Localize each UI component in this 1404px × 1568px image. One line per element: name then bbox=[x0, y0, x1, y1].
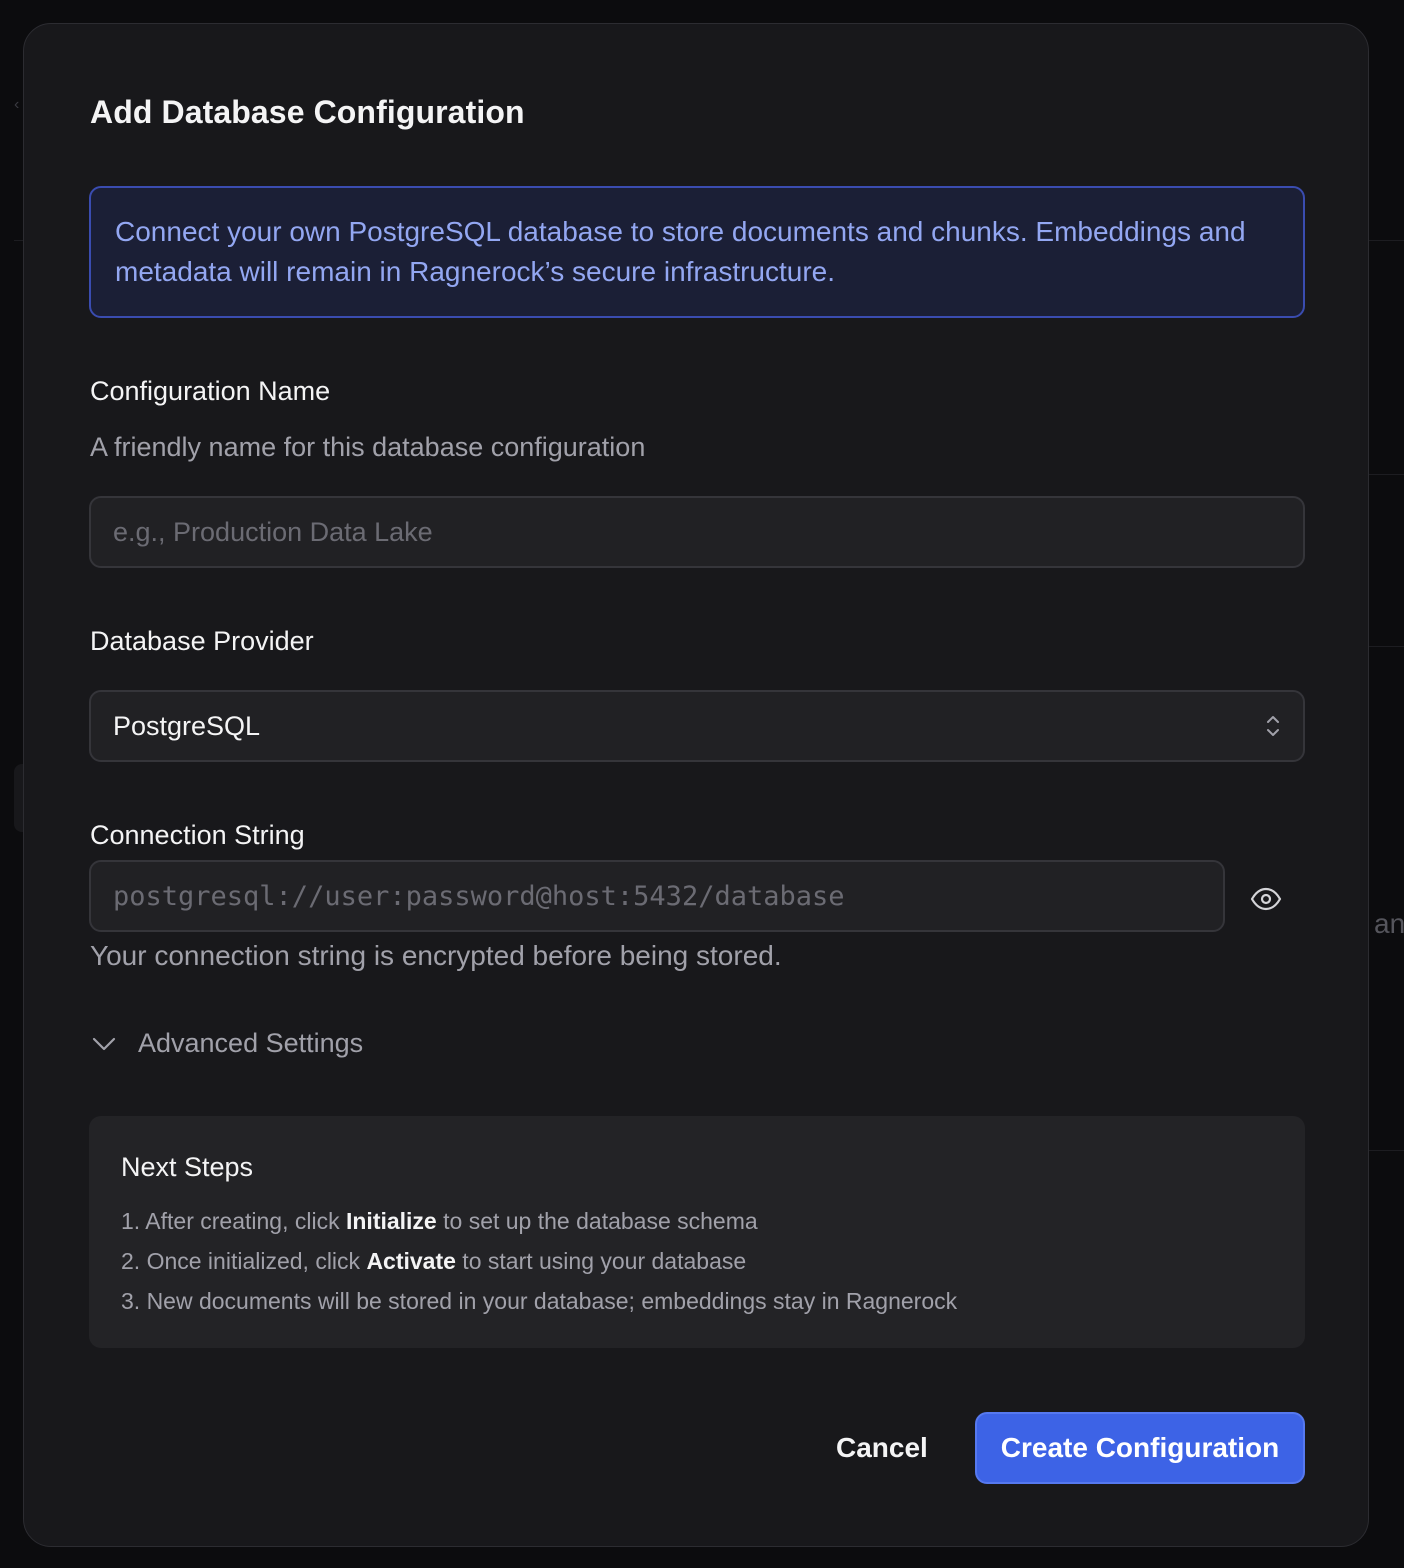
background-divider bbox=[1368, 646, 1404, 647]
connection-string-label: Connection String bbox=[90, 820, 305, 850]
step-text: to start using your database bbox=[455, 1248, 747, 1274]
background-divider bbox=[1368, 474, 1404, 475]
add-database-dialog: Add Database Configuration Connect your … bbox=[23, 23, 1369, 1547]
next-steps-list: 1. After creating, click Initialize to s… bbox=[121, 1201, 1273, 1321]
advanced-settings-toggle[interactable]: Advanced Settings bbox=[90, 1028, 363, 1059]
step-text: 3. New documents will be stored in your … bbox=[121, 1288, 958, 1314]
background-divider bbox=[1368, 1150, 1404, 1151]
step-text: 2. Once initialized, click bbox=[121, 1248, 367, 1274]
dialog-title: Add Database Configuration bbox=[90, 94, 525, 130]
step-text: to set up the database schema bbox=[436, 1208, 758, 1234]
provider-selected-value: PostgreSQL bbox=[113, 710, 261, 741]
next-steps-title: Next Steps bbox=[121, 1152, 254, 1182]
config-name-helper: A friendly name for this database config… bbox=[90, 432, 646, 462]
next-steps-panel: Next Steps 1. After creating, click Init… bbox=[89, 1116, 1305, 1348]
next-step-item: 2. Once initialized, click Activate to s… bbox=[121, 1241, 1273, 1281]
chevron-down-icon bbox=[90, 1035, 118, 1053]
step-keyword: Initialize bbox=[345, 1208, 437, 1234]
connection-string-helper: Your connection string is encrypted befo… bbox=[90, 940, 782, 971]
next-step-item: 1. After creating, click Initialize to s… bbox=[121, 1201, 1273, 1241]
eye-icon bbox=[1250, 887, 1282, 911]
toggle-visibility-button[interactable] bbox=[1246, 879, 1286, 919]
step-keyword: Activate bbox=[366, 1248, 456, 1274]
connection-string-input[interactable] bbox=[89, 860, 1225, 932]
config-name-input[interactable] bbox=[89, 496, 1305, 568]
config-name-label: Configuration Name bbox=[90, 376, 331, 406]
create-configuration-button[interactable]: Create Configuration bbox=[975, 1412, 1305, 1484]
info-banner: Connect your own PostgreSQL database to … bbox=[89, 186, 1305, 318]
provider-select[interactable]: PostgreSQL bbox=[89, 690, 1305, 762]
provider-label: Database Provider bbox=[90, 626, 314, 656]
background-text: an bbox=[1374, 908, 1404, 939]
next-step-item: 3. New documents will be stored in your … bbox=[121, 1281, 1273, 1321]
advanced-settings-label: Advanced Settings bbox=[138, 1028, 364, 1058]
cancel-button[interactable]: Cancel bbox=[814, 1412, 950, 1484]
chevron-up-down-icon bbox=[1265, 712, 1281, 740]
step-text: 1. After creating, click bbox=[121, 1208, 346, 1234]
